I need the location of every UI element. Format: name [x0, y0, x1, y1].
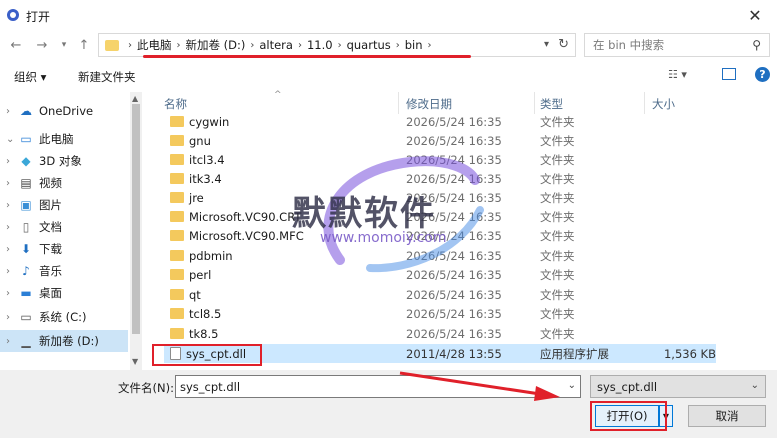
preview-pane-icon[interactable]: [722, 68, 736, 80]
folder-icon: [170, 135, 184, 146]
command-toolbar: 组织 ▾ 新建文件夹 ☷ ▾ ?: [0, 62, 777, 90]
scroll-down-icon[interactable]: ▼: [132, 357, 138, 366]
scrollbar-thumb[interactable]: [132, 104, 140, 334]
desktop-icon: ▬: [20, 286, 32, 300]
computer-icon: ▭: [20, 132, 32, 146]
scroll-up-icon[interactable]: ▲: [132, 94, 138, 103]
app-icon: [7, 9, 19, 21]
filename-label: 文件名(N):: [118, 381, 174, 395]
folder-icon: [170, 173, 184, 184]
window-title: 打开: [26, 10, 51, 24]
download-icon: ⬇: [20, 242, 32, 256]
breadcrumb-quartus[interactable]: quartus ›: [347, 38, 405, 52]
folder-icon: [170, 269, 184, 280]
sidebar-item-drive-d[interactable]: › ▁ 新加卷 (D:): [0, 330, 128, 352]
filename-input[interactable]: sys_cpt.dll ⌄: [175, 375, 581, 398]
list-item[interactable]: gnu 2026/5/24 16:35 文件夹: [164, 131, 716, 150]
open-button-highlight-box: [590, 401, 667, 431]
recent-chevron-icon[interactable]: ▾: [56, 37, 72, 53]
navigation-pane: › ☁ OneDrive ⌄ ▭ 此电脑 › ◆ 3D 对象 › ▤ 视频 › …: [0, 92, 142, 370]
cube-icon: ◆: [21, 154, 31, 168]
list-item[interactable]: jre 2026/5/24 16:35 文件夹: [164, 188, 716, 207]
breadcrumb-bin[interactable]: bin ›: [405, 38, 437, 52]
folder-icon: [170, 192, 184, 203]
document-icon: ▯: [22, 220, 30, 234]
sidebar-item-desktop[interactable]: › ▬ 桌面: [0, 282, 128, 304]
list-item[interactable]: itcl3.4 2026/5/24 16:35 文件夹: [164, 150, 716, 169]
title-bar: 打开 ✕: [0, 0, 777, 30]
list-item[interactable]: qt 2026/5/24 16:35 文件夹: [164, 285, 716, 304]
sidebar-item-music[interactable]: › ♪ 音乐: [0, 260, 128, 282]
dialog-footer: 文件名(N): sys_cpt.dll ⌄ sys_cpt.dll ⌄ 打开(O…: [0, 370, 777, 438]
drive-icon: ▁: [21, 334, 31, 348]
folder-icon: [105, 39, 119, 51]
forward-arrow-icon[interactable]: →: [34, 37, 50, 53]
search-input[interactable]: 在 bin 中搜索 ⚲: [584, 33, 770, 57]
column-header-name[interactable]: 名称: [164, 96, 187, 112]
drive-icon: ▭: [20, 310, 32, 324]
sidebar-item-3d-objects[interactable]: › ◆ 3D 对象: [0, 150, 128, 172]
cloud-icon: ☁: [20, 104, 32, 118]
music-icon: ♪: [22, 264, 30, 278]
cancel-button[interactable]: 取消: [688, 405, 766, 427]
path-highlight-underline: [143, 55, 471, 58]
file-list-scrollbar[interactable]: [753, 92, 777, 370]
video-icon: ▤: [20, 176, 32, 190]
list-item[interactable]: pdbmin 2026/5/24 16:35 文件夹: [164, 246, 716, 265]
selected-file-highlight-box: [152, 344, 262, 366]
sidebar-item-downloads[interactable]: › ⬇ 下载: [0, 238, 128, 260]
chevron-down-icon[interactable]: ⌄: [568, 380, 576, 391]
sidebar-item-videos[interactable]: › ▤ 视频: [0, 172, 128, 194]
list-item[interactable]: tcl8.5 2026/5/24 16:35 文件夹: [164, 304, 716, 323]
sidebar-item-documents[interactable]: › ▯ 文档: [0, 216, 128, 238]
folder-icon: [170, 308, 184, 319]
sort-ascending-icon: ^: [274, 90, 282, 100]
sidebar-item-drive-c[interactable]: › ▭ 系统 (C:): [0, 306, 128, 328]
view-options-icon[interactable]: ☷ ▾: [668, 68, 698, 82]
breadcrumb-11-0[interactable]: 11.0 ›: [307, 38, 347, 52]
folder-icon: [170, 250, 184, 261]
help-icon[interactable]: ?: [755, 67, 770, 82]
folder-icon: [170, 116, 184, 127]
list-item[interactable]: Microsoft.VC90.CRT 2026/5/24 16:35 文件夹: [164, 207, 716, 226]
chevron-down-icon[interactable]: ⌄: [6, 134, 18, 145]
column-header-modified[interactable]: 修改日期: [406, 96, 452, 112]
folder-icon: [170, 328, 184, 339]
sidebar-item-onedrive[interactable]: › ☁ OneDrive: [0, 100, 128, 122]
breadcrumb-separator-icon: ›: [128, 39, 132, 51]
up-arrow-icon[interactable]: ↑: [76, 37, 92, 53]
sidebar-item-pictures[interactable]: › ▣ 图片: [0, 194, 128, 216]
column-header-type[interactable]: 类型: [540, 96, 563, 112]
chevron-right-icon[interactable]: ›: [6, 106, 18, 117]
address-bar[interactable]: › 此电脑 › 新加卷 (D:) › altera › 11.0 › quartus › …: [98, 33, 576, 57]
folder-icon: [170, 230, 184, 241]
new-folder-button[interactable]: 新建文件夹: [78, 69, 136, 85]
file-list: ^ 名称 修改日期 类型 大小 cygwin 2026/5/24 16:35 文…: [150, 90, 777, 370]
list-item[interactable]: cygwin 2026/5/24 16:35 文件夹: [164, 112, 716, 131]
file-type-filter[interactable]: sys_cpt.dll ⌄: [590, 375, 766, 398]
list-item[interactable]: perl 2026/5/24 16:35 文件夹: [164, 265, 716, 284]
folder-icon: [170, 289, 184, 300]
picture-icon: ▣: [20, 198, 32, 212]
sidebar-scrollbar[interactable]: ▲ ▼: [130, 92, 142, 370]
column-header-size[interactable]: 大小: [652, 96, 675, 112]
address-dropdown-icon[interactable]: ▾: [544, 39, 549, 50]
folder-icon: [170, 211, 184, 222]
breadcrumb-this-pc[interactable]: 此电脑 ›: [137, 37, 186, 53]
watermark-url: www.momoiy.com: [320, 230, 447, 246]
list-item[interactable]: tk8.5 2026/5/24 16:35 文件夹: [164, 324, 716, 343]
chevron-down-icon[interactable]: ⌄: [751, 380, 759, 391]
sidebar-item-this-pc[interactable]: ⌄ ▭ 此电脑: [0, 128, 128, 150]
folder-icon: [170, 154, 184, 165]
search-icon: ⚲: [752, 38, 761, 52]
close-icon[interactable]: ✕: [733, 0, 777, 30]
organize-button[interactable]: 组织 ▾: [14, 69, 46, 85]
breadcrumb-drive-d[interactable]: 新加卷 (D:) ›: [186, 37, 260, 53]
back-arrow-icon[interactable]: ←: [8, 37, 24, 53]
list-item[interactable]: itk3.4 2026/5/24 16:35 文件夹: [164, 169, 716, 188]
watermark-text: 默默软件: [292, 194, 436, 234]
refresh-icon[interactable]: ↻: [558, 37, 569, 52]
breadcrumb-altera[interactable]: altera ›: [259, 38, 307, 52]
